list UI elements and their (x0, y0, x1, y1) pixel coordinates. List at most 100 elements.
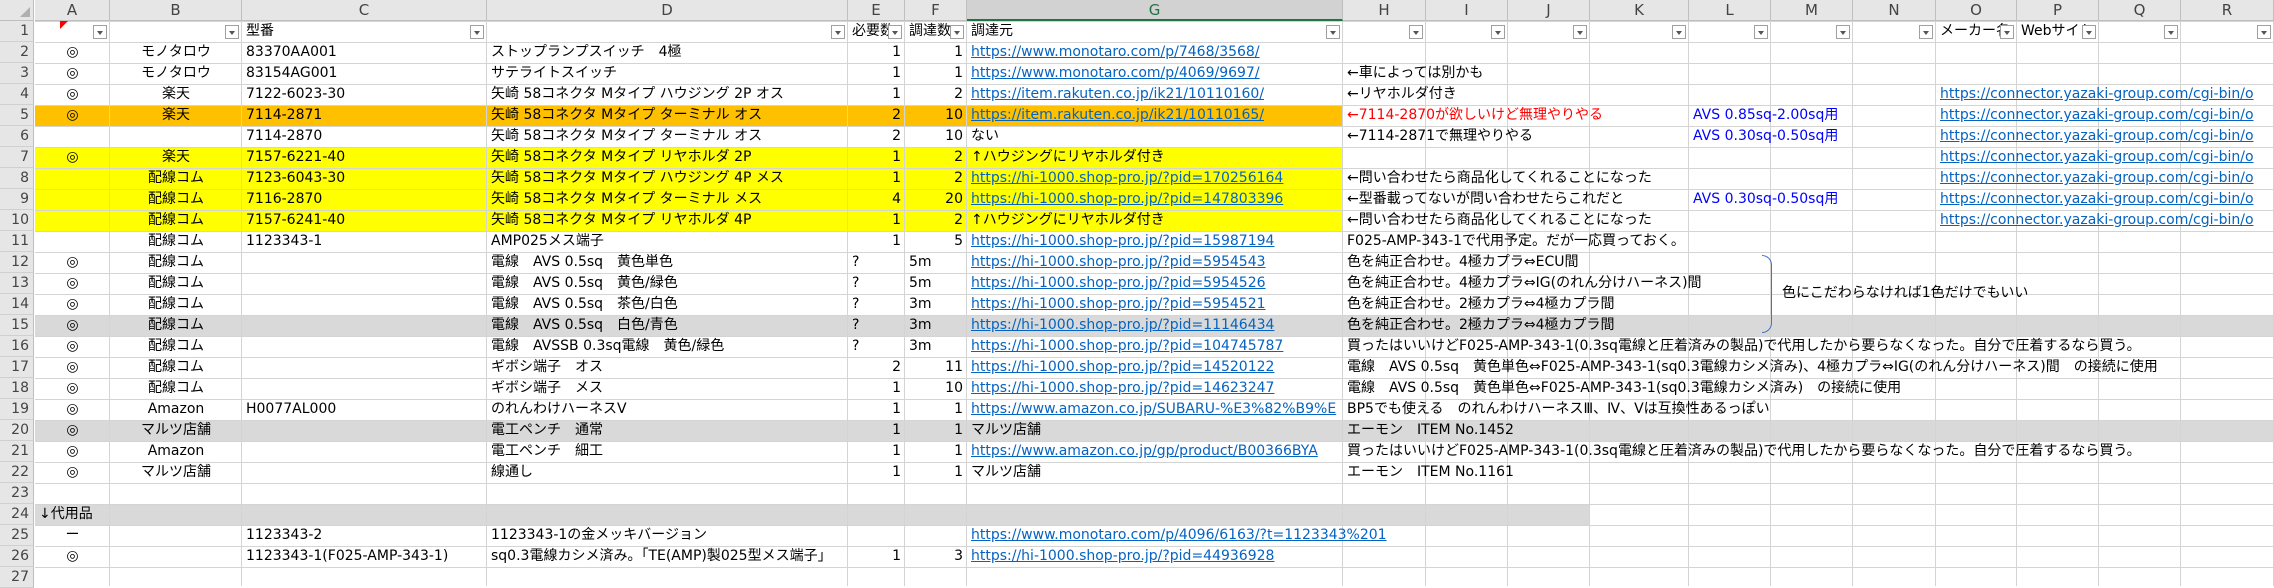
row-header[interactable]: 10 (0, 210, 34, 231)
select-all-corner[interactable] (0, 0, 34, 21)
row-header[interactable]: 4 (0, 84, 34, 105)
filter-dropdown-icon[interactable] (2082, 25, 2096, 39)
source-link[interactable]: https://www.amazon.co.jp/SUBARU-%E3%82%B… (967, 399, 1343, 420)
filter-dropdown-icon[interactable] (1573, 25, 1587, 39)
column-header-b[interactable]: B (110, 0, 242, 21)
column-header-q[interactable]: Q (2099, 0, 2181, 21)
source-link[interactable]: https://www.amazon.co.jp/gp/product/B003… (967, 441, 1343, 462)
source-link[interactable]: https://item.rakuten.co.jp/ik21/10110165… (967, 105, 1343, 126)
source-link[interactable]: https://hi-1000.shop-pro.jp/?pid=1462324… (967, 378, 1343, 399)
filter-dropdown-icon[interactable] (1409, 25, 1423, 39)
column-header-a[interactable]: A (35, 0, 110, 21)
row-header[interactable]: 25 (0, 525, 34, 546)
maker-link[interactable]: https://connector.yazaki-group.com/cgi-b… (1936, 126, 2274, 147)
wire-spec-note: AVS 0.30sq-0.50sq用 (1693, 191, 1839, 207)
row-header[interactable]: 23 (0, 483, 34, 504)
source-link[interactable]: https://hi-1000.shop-pro.jp/?pid=1598719… (967, 231, 1343, 252)
row-header[interactable]: 13 (0, 273, 34, 294)
row-header[interactable]: 14 (0, 294, 34, 315)
source-link[interactable]: https://www.monotaro.com/p/7468/3568/ (967, 42, 1343, 63)
row-header[interactable]: 21 (0, 441, 34, 462)
maker-link[interactable]: https://connector.yazaki-group.com/cgi-b… (1936, 105, 2274, 126)
source-link[interactable]: https://www.monotaro.com/p/4069/9697/ (967, 63, 1343, 84)
column-header-f[interactable]: F (905, 0, 967, 21)
source-link[interactable]: https://hi-1000.shop-pro.jp/?pid=1478033… (967, 189, 1343, 210)
maker-link[interactable]: https://connector.yazaki-group.com/cgi-b… (1936, 147, 2274, 168)
row-header[interactable]: 9 (0, 189, 34, 210)
column-header-j[interactable]: J (1508, 0, 1590, 21)
row-header[interactable]: 12 (0, 252, 34, 273)
filter-dropdown-icon[interactable] (225, 25, 239, 39)
column-header-i[interactable]: I (1426, 0, 1508, 21)
row-header[interactable]: 22 (0, 462, 34, 483)
column-header-o[interactable]: O (1936, 0, 2017, 21)
row-header[interactable]: 27 (0, 567, 34, 588)
row-header[interactable]: 5 (0, 105, 34, 126)
header-cell-b[interactable] (110, 21, 242, 42)
row-header[interactable]: 19 (0, 399, 34, 420)
column-header-h[interactable]: H (1343, 0, 1426, 21)
column-header-p[interactable]: P (2017, 0, 2099, 21)
filter-dropdown-icon[interactable] (2000, 25, 2014, 39)
filter-dropdown-icon[interactable] (888, 25, 902, 39)
filter-dropdown-icon[interactable] (2257, 25, 2271, 39)
row-header[interactable]: 6 (0, 126, 34, 147)
filter-dropdown-icon[interactable] (1491, 25, 1505, 39)
maker-link[interactable]: https://connector.yazaki-group.com/cgi-b… (1936, 168, 2274, 189)
maker-link[interactable]: https://connector.yazaki-group.com/cgi-b… (1936, 189, 2274, 210)
filter-dropdown-icon[interactable] (1754, 25, 1768, 39)
header-cell-c[interactable]: 型番 (242, 21, 487, 42)
header-cell-g[interactable]: 調達元 (967, 21, 1343, 42)
source-link[interactable]: https://hi-1000.shop-pro.jp/?pid=1047457… (967, 336, 1343, 357)
row-header[interactable]: 20 (0, 420, 34, 441)
filter-dropdown-icon[interactable] (1672, 25, 1686, 39)
column-header-g[interactable]: G (967, 0, 1343, 21)
row-header[interactable]: 15 (0, 315, 34, 336)
source-link[interactable]: https://hi-1000.shop-pro.jp/?pid=1114643… (967, 315, 1343, 336)
column-header-n[interactable]: N (1853, 0, 1936, 21)
maker-link[interactable]: https://connector.yazaki-group.com/cgi-b… (1936, 210, 2274, 231)
row-header[interactable]: 24 (0, 504, 34, 525)
status-mark: ◎ (66, 443, 79, 459)
filter-dropdown-icon[interactable] (470, 25, 484, 39)
source-link[interactable]: https://hi-1000.shop-pro.jp/?pid=1452012… (967, 357, 1343, 378)
row-header[interactable]: 1 (0, 21, 34, 42)
row-header[interactable]: 17 (0, 357, 34, 378)
filter-dropdown-icon[interactable] (1919, 25, 1933, 39)
column-header-r[interactable]: R (2181, 0, 2274, 21)
order-qty: 2 (954, 170, 963, 186)
source-link[interactable]: https://hi-1000.shop-pro.jp/?pid=1702561… (967, 168, 1343, 189)
row-header[interactable]: 3 (0, 63, 34, 84)
row-header[interactable]: 26 (0, 546, 34, 567)
row-header[interactable]: 11 (0, 231, 34, 252)
note: BP5でも使える のれんわけハーネスⅢ、Ⅳ、Ⅴは互換性あるっぽい (1347, 401, 1770, 417)
required-qty: 1 (892, 65, 901, 81)
spreadsheet-grid[interactable]: A B C D E F G H I J K L M N O P Q R 1 2 3 4 5 6 7 8 9 10 11 12 13 14 15 1… (0, 0, 2274, 588)
shop-name: Amazon (147, 401, 205, 417)
column-header-d[interactable]: D (487, 0, 848, 21)
source-link[interactable]: https://hi-1000.shop-pro.jp/?pid=5954543 (967, 252, 1343, 273)
filter-dropdown-icon[interactable] (2164, 25, 2178, 39)
header-cell-d[interactable] (487, 21, 848, 42)
column-header-m[interactable]: M (1771, 0, 1853, 21)
column-header-l[interactable]: L (1689, 0, 1771, 21)
maker-link[interactable]: https://connector.yazaki-group.com/cgi-b… (1936, 84, 2274, 105)
filter-dropdown-icon[interactable] (831, 25, 845, 39)
filter-dropdown-icon[interactable] (1836, 25, 1850, 39)
column-header-c[interactable]: C (242, 0, 487, 21)
row-header[interactable]: 16 (0, 336, 34, 357)
source-link[interactable]: https://www.monotaro.com/p/4096/6163/?t=… (967, 525, 1426, 546)
filter-dropdown-icon[interactable] (93, 25, 107, 39)
column-header-e[interactable]: E (848, 0, 905, 21)
source-link[interactable]: https://item.rakuten.co.jp/ik21/10110160… (967, 84, 1343, 105)
row-header[interactable]: 18 (0, 378, 34, 399)
filter-dropdown-icon[interactable] (1326, 25, 1340, 39)
filter-dropdown-icon[interactable] (950, 25, 964, 39)
source-link[interactable]: https://hi-1000.shop-pro.jp/?pid=5954521 (967, 294, 1343, 315)
row-header[interactable]: 8 (0, 168, 34, 189)
row-header[interactable]: 7 (0, 147, 34, 168)
source-link[interactable]: https://hi-1000.shop-pro.jp/?pid=5954526 (967, 273, 1343, 294)
row-header[interactable]: 2 (0, 42, 34, 63)
column-header-k[interactable]: K (1590, 0, 1689, 21)
source-link[interactable]: https://hi-1000.shop-pro.jp/?pid=4493692… (967, 546, 1343, 567)
